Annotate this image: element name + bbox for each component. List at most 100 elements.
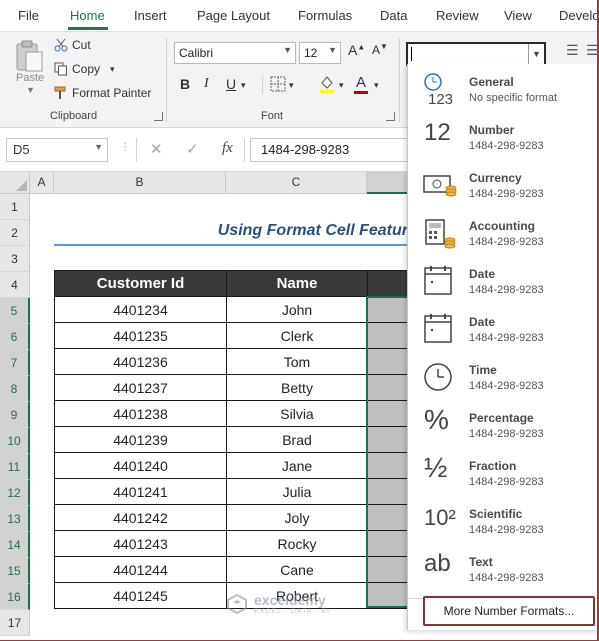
column-header-c[interactable]: C <box>226 172 367 194</box>
format-option-percentage[interactable]: % Percentage 1484-298-9283 <box>408 400 599 448</box>
row-header-9[interactable]: 9 <box>0 402 30 428</box>
select-all-corner[interactable] <box>0 172 30 194</box>
row-header-17[interactable]: 17 <box>0 610 30 636</box>
clipboard-launcher-icon[interactable] <box>154 112 163 121</box>
tab-data[interactable]: Data <box>380 8 407 23</box>
row-header-13[interactable]: 13 <box>0 506 30 532</box>
column-header-b[interactable]: B <box>54 172 226 194</box>
paste-dropdown-icon[interactable]: ▼ <box>26 85 35 95</box>
row-header-6[interactable]: 6 <box>0 324 30 350</box>
row-header-11[interactable]: 11 <box>0 454 30 480</box>
format-option-long-date[interactable]: Date 1484-298-9283 <box>408 304 599 352</box>
row-header-4[interactable]: 4 <box>0 272 30 298</box>
format-option-time[interactable]: Time 1484-298-9283 <box>408 352 599 400</box>
row-header-7[interactable]: 7 <box>0 350 30 376</box>
tab-review[interactable]: Review <box>436 8 479 23</box>
tab-file[interactable]: File <box>18 8 39 23</box>
customer-id-cell[interactable]: 4401241 <box>54 478 227 505</box>
name-cell[interactable]: Silvia <box>226 400 368 427</box>
borders-icon[interactable] <box>270 76 286 92</box>
format-option-fraction[interactable]: ½ Fraction 1484-298-9283 <box>408 448 599 496</box>
row-header-2[interactable]: 2 <box>0 220 30 246</box>
header-customer-id[interactable]: Customer Id <box>54 270 227 297</box>
customer-id-cell[interactable]: 4401234 <box>54 296 227 323</box>
font-family-select[interactable]: Calibri ▼ <box>174 42 296 64</box>
name-box[interactable]: D5 ▼ <box>6 138 108 162</box>
paste-icon[interactable] <box>14 40 44 72</box>
font-launcher-icon[interactable] <box>386 112 395 121</box>
name-cell[interactable]: Jane <box>226 452 368 479</box>
row-header-16[interactable]: 16 <box>0 584 30 610</box>
tab-developer[interactable]: Develo <box>559 8 599 23</box>
customer-id-cell[interactable]: 4401240 <box>54 452 227 479</box>
insert-function-icon[interactable]: fx <box>222 140 233 157</box>
row-header-14[interactable]: 14 <box>0 532 30 558</box>
cancel-icon[interactable]: ✕ <box>150 140 163 158</box>
row-header-3[interactable]: 3 <box>0 246 30 272</box>
format-option-text[interactable]: ab Text 1484-298-9283 <box>408 544 599 592</box>
name-cell[interactable]: Brad <box>226 426 368 453</box>
number-format-select[interactable]: ▼ <box>406 42 546 66</box>
font-color-dropdown-icon[interactable]: ▾ <box>374 80 379 91</box>
italic-button[interactable]: I <box>204 76 209 92</box>
chevron-down-icon[interactable]: ▼ <box>94 142 103 152</box>
name-cell[interactable]: John <box>226 296 368 323</box>
sheet-title[interactable]: Using Format Cell Featur <box>54 218 414 244</box>
name-cell[interactable]: Tom <box>226 348 368 375</box>
customer-id-cell[interactable]: 4401242 <box>54 504 227 531</box>
row-header-1[interactable]: 1 <box>0 194 30 220</box>
tab-view[interactable]: View <box>504 8 532 23</box>
copy-button[interactable]: Copy ▾ <box>54 62 115 76</box>
borders-dropdown-icon[interactable]: ▾ <box>289 80 294 91</box>
tab-page-layout[interactable]: Page Layout <box>197 8 270 23</box>
tab-formulas[interactable]: Formulas <box>298 8 352 23</box>
header-name[interactable]: Name <box>226 270 368 297</box>
format-option-number[interactable]: 12 Number 1484-298-9283 <box>408 112 599 160</box>
fill-color-dropdown-icon[interactable]: ▾ <box>339 80 344 91</box>
paste-label[interactable]: Paste <box>16 72 44 84</box>
customer-id-cell[interactable]: 4401243 <box>54 530 227 557</box>
fill-color-icon[interactable] <box>318 74 336 94</box>
chevron-down-icon[interactable]: ▼ <box>528 44 544 64</box>
name-cell[interactable]: Rocky <box>226 530 368 557</box>
decrease-font-size-icon[interactable]: A▼ <box>372 42 388 57</box>
customer-id-cell[interactable]: 4401236 <box>54 348 227 375</box>
customer-id-cell[interactable]: 4401245 <box>54 582 227 609</box>
font-size-select[interactable]: 12 ▼ <box>299 42 341 64</box>
font-color-icon[interactable]: A <box>356 74 366 91</box>
column-header-a[interactable]: A <box>30 172 54 194</box>
customer-id-cell[interactable]: 4401235 <box>54 322 227 349</box>
format-option-accounting[interactable]: Accounting 1484-298-9283 <box>408 208 599 256</box>
format-option-scientific[interactable]: 10² Scientific 1484-298-9283 <box>408 496 599 544</box>
row-header-5[interactable]: 5 <box>0 298 30 324</box>
row-header-12[interactable]: 12 <box>0 480 30 506</box>
tab-home[interactable]: Home <box>70 8 105 23</box>
underline-dropdown-icon[interactable]: ▾ <box>241 80 246 91</box>
align-center-icon[interactable]: ☰ <box>566 42 579 59</box>
format-option-general[interactable]: 123 General No specific format <box>408 64 599 112</box>
customer-id-cell[interactable]: 4401237 <box>54 374 227 401</box>
name-cell[interactable]: Betty <box>226 374 368 401</box>
formula-input[interactable]: 1484-298-9283 <box>250 138 410 162</box>
increase-font-size-icon[interactable]: A▲ <box>348 42 365 58</box>
format-option-currency[interactable]: Currency 1484-298-9283 <box>408 160 599 208</box>
bold-button[interactable]: B <box>180 76 190 92</box>
name-cell[interactable]: Clerk <box>226 322 368 349</box>
more-number-formats-button[interactable]: More Number Formats... <box>423 596 595 626</box>
enter-icon[interactable]: ✓ <box>186 140 199 158</box>
row-header-10[interactable]: 10 <box>0 428 30 454</box>
underline-button[interactable]: U <box>226 76 236 92</box>
format-option-short-date[interactable]: Date 1484-298-9283 <box>408 256 599 304</box>
customer-id-cell[interactable]: 4401239 <box>54 426 227 453</box>
row-header-15[interactable]: 15 <box>0 558 30 584</box>
name-cell[interactable]: Cane <box>226 556 368 583</box>
tab-insert[interactable]: Insert <box>134 8 167 23</box>
format-painter-button[interactable]: Format Painter <box>54 86 151 100</box>
row-header-8[interactable]: 8 <box>0 376 30 402</box>
drag-handle-icon[interactable]: ⋮ <box>120 142 130 153</box>
cut-button[interactable]: Cut <box>54 38 91 52</box>
customer-id-cell[interactable]: 4401244 <box>54 556 227 583</box>
name-cell[interactable]: Joly <box>226 504 368 531</box>
copy-dropdown-icon[interactable]: ▾ <box>110 64 115 75</box>
customer-id-cell[interactable]: 4401238 <box>54 400 227 427</box>
